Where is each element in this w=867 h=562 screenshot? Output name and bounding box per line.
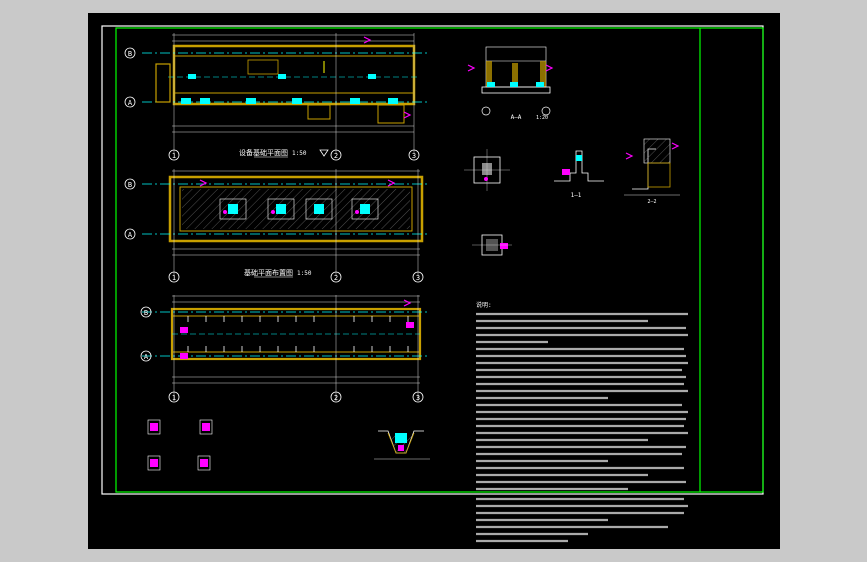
section-title: 1—1 (571, 192, 582, 199)
plan-3: B A 1 2 3 (140, 295, 428, 403)
column-base-detail (464, 149, 510, 191)
axis-label: 3 (416, 274, 420, 282)
plan-scale: 1:50 (292, 150, 307, 157)
general-notes: 说明: (476, 301, 688, 543)
axis-label: B (128, 181, 132, 189)
plan-scale: 1:50 (297, 270, 312, 277)
axis-label: 1 (172, 152, 176, 160)
axis-label: A (128, 231, 133, 239)
axis-label: 2 (334, 394, 338, 402)
plan-1: B A 1 2 3 设备基础平面图 1:50 (124, 33, 428, 161)
notes-heading: 说明: (476, 301, 492, 309)
axis-label: A (128, 99, 133, 107)
anchor-plate-detail (472, 234, 512, 256)
section-1-1: 1—1 (554, 150, 604, 199)
axis-label: 1 (172, 394, 176, 402)
axis-label: 3 (412, 152, 416, 160)
axis-label: B (128, 50, 132, 58)
axis-label: 2 (334, 274, 338, 282)
axis-label: A (144, 353, 149, 361)
trench-detail (374, 430, 430, 460)
plan-title: 基础平面布置图 (244, 268, 293, 277)
section-title: A—A (511, 114, 522, 121)
section-title: 2—2 (647, 199, 656, 205)
plan-1-outline (172, 44, 416, 106)
axis-label: 2 (334, 152, 338, 160)
section-2-2: 2—2 (624, 138, 680, 205)
plan-2: B A 1 2 3 基础平面布置图 1:50 (124, 169, 428, 283)
axis-label: 1 (172, 274, 176, 282)
axis-label: 3 (416, 394, 420, 402)
drawing-viewport[interactable]: B A 1 2 3 设备基础平面图 1:50 B A 1 2 3 基础平面布置图… (88, 13, 780, 549)
column-details (147, 419, 213, 471)
drawing-frame (115, 27, 764, 493)
section-a-a: A—A 1:20 (467, 46, 554, 121)
axis-label: B (144, 309, 148, 317)
triangle-icon (319, 149, 329, 157)
section-scale: 1:20 (536, 115, 548, 121)
plan-title: 设备基础平面图 (239, 148, 288, 157)
outer-border (101, 25, 764, 495)
